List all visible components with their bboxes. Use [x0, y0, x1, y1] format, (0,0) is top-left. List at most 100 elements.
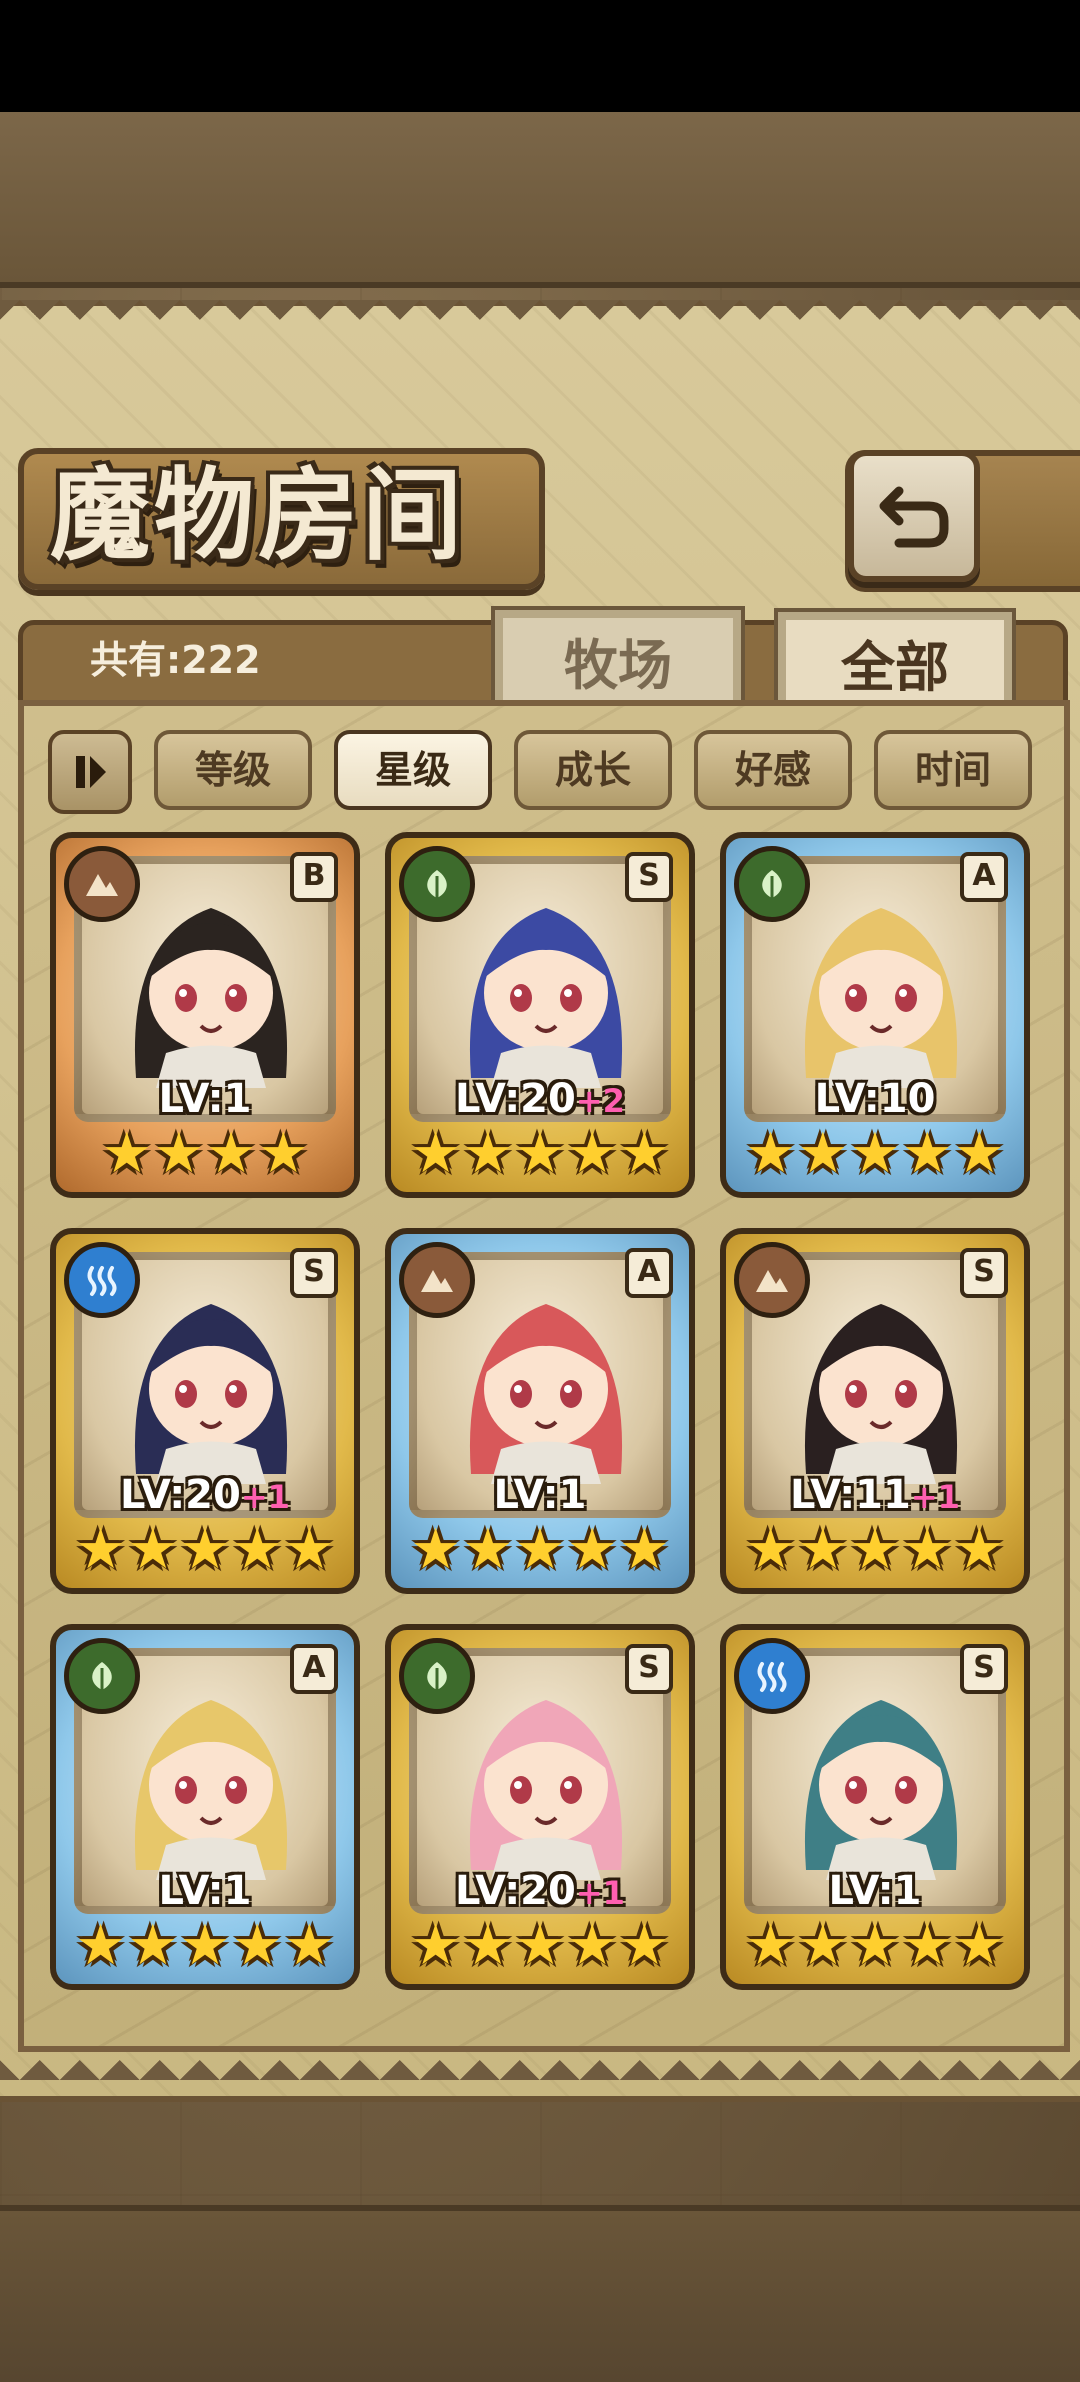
star-icon: ★ — [902, 1517, 953, 1582]
star-icon: ★ — [797, 1517, 848, 1582]
monster-level: LV:20+1 — [56, 1472, 354, 1518]
star-icon: ★ — [75, 1913, 126, 1978]
star-icon: ★ — [902, 1121, 953, 1186]
monster-portrait — [451, 878, 641, 1088]
rank-badge: S — [960, 1644, 1008, 1694]
page-title: 魔物房间 — [50, 456, 466, 574]
sort-time-button[interactable]: 时间 — [874, 730, 1032, 810]
star-icon: ★ — [619, 1913, 670, 1978]
star-rating: ★ ★ ★ ★ ★ — [726, 1520, 1024, 1580]
star-rating: ★ ★ ★ ★ ★ — [56, 1916, 354, 1976]
rank-badge: B — [290, 852, 338, 902]
pause-button[interactable] — [48, 730, 132, 814]
monster-card[interactable]: A LV:10 ★ ★ ★ ★ ★ — [720, 832, 1030, 1198]
panel-zigzag-bottom — [0, 2060, 1080, 2100]
water-element-icon — [64, 1242, 140, 1318]
monster-portrait — [786, 1670, 976, 1880]
rank-badge: A — [960, 852, 1008, 902]
rank-badge: S — [960, 1248, 1008, 1298]
sort-level-button[interactable]: 等级 — [154, 730, 312, 810]
star-icon: ★ — [567, 1121, 618, 1186]
level-text: LV:20 — [455, 1076, 576, 1122]
return-arrow-icon — [879, 486, 949, 548]
star-rating: ★ ★ ★ ★ — [56, 1124, 354, 1184]
water-element-icon — [734, 1638, 810, 1714]
back-button[interactable] — [848, 450, 980, 582]
star-rating: ★ ★ ★ ★ ★ — [391, 1916, 689, 1976]
star-icon: ★ — [745, 1913, 796, 1978]
monster-portrait — [786, 1274, 976, 1484]
star-icon: ★ — [127, 1517, 178, 1582]
level-text: LV:1 — [828, 1868, 922, 1914]
star-icon: ★ — [284, 1517, 335, 1582]
star-icon: ★ — [232, 1517, 283, 1582]
level-bonus: +1 — [910, 1478, 960, 1516]
monster-card[interactable]: A LV:1 ★ ★ ★ ★ ★ — [50, 1624, 360, 1990]
sort-growth-button[interactable]: 成长 — [514, 730, 672, 810]
monster-level: LV:1 — [56, 1868, 354, 1914]
star-icon: ★ — [849, 1121, 901, 1186]
level-text: LV:1 — [493, 1472, 587, 1518]
star-icon: ★ — [619, 1121, 670, 1186]
star-icon: ★ — [462, 1913, 513, 1978]
monster-level: LV:1 — [391, 1472, 689, 1518]
rank-badge: S — [290, 1248, 338, 1298]
monster-card[interactable]: S LV:11+1 ★ ★ ★ ★ ★ — [720, 1228, 1030, 1594]
monster-level: LV:20+1 — [391, 1868, 689, 1914]
sort-affection-button[interactable]: 好感 — [694, 730, 852, 810]
star-icon: ★ — [206, 1121, 257, 1186]
star-icon: ★ — [797, 1913, 848, 1978]
star-icon: ★ — [410, 1121, 461, 1186]
monster-card[interactable]: S LV:20+1 ★ ★ ★ ★ ★ — [50, 1228, 360, 1594]
sort-bar: 等级 星级 成长 好感 时间 — [48, 730, 1032, 814]
star-icon: ★ — [745, 1517, 796, 1582]
monster-portrait — [786, 878, 976, 1088]
star-icon: ★ — [954, 1517, 1005, 1582]
panel-zigzag-top — [0, 300, 1080, 340]
monster-level: LV:20+2 — [391, 1076, 689, 1122]
star-icon: ★ — [462, 1517, 513, 1582]
monster-card[interactable]: B LV:1 ★ ★ ★ ★ — [50, 832, 360, 1198]
status-bar — [0, 0, 1080, 112]
star-icon: ★ — [232, 1913, 283, 1978]
monster-card[interactable]: S LV:20+1 ★ ★ ★ ★ ★ — [385, 1624, 695, 1990]
earth-element-icon — [64, 846, 140, 922]
star-icon: ★ — [514, 1913, 566, 1978]
monster-level: LV:10 — [726, 1076, 1024, 1122]
star-icon: ★ — [954, 1913, 1005, 1978]
star-icon: ★ — [153, 1121, 204, 1186]
rank-badge: A — [625, 1248, 673, 1298]
monster-portrait — [116, 1670, 306, 1880]
top-map-strip — [0, 112, 1080, 288]
star-icon: ★ — [849, 1913, 901, 1978]
earth-element-icon — [734, 1242, 810, 1318]
star-icon: ★ — [258, 1121, 309, 1186]
monster-card[interactable]: A LV:1 ★ ★ ★ ★ ★ — [385, 1228, 695, 1594]
level-text: LV:11 — [790, 1472, 911, 1518]
monster-count: 共有:222 — [90, 638, 261, 682]
leaf-element-icon — [64, 1638, 140, 1714]
leaf-element-icon — [399, 846, 475, 922]
star-rating: ★ ★ ★ ★ ★ — [56, 1520, 354, 1580]
level-text: LV:20 — [455, 1868, 576, 1914]
monster-portrait — [116, 878, 306, 1088]
star-icon: ★ — [179, 1517, 231, 1582]
star-icon: ★ — [127, 1913, 178, 1978]
rank-badge: A — [290, 1644, 338, 1694]
monster-portrait — [116, 1274, 306, 1484]
monster-portrait — [451, 1274, 641, 1484]
pause-icon — [76, 756, 106, 788]
star-icon: ★ — [745, 1121, 796, 1186]
sort-star-button[interactable]: 星级 — [334, 730, 492, 810]
star-icon: ★ — [410, 1913, 461, 1978]
monster-card[interactable]: S LV:20+2 ★ ★ ★ ★ ★ — [385, 832, 695, 1198]
star-icon: ★ — [619, 1517, 670, 1582]
leaf-element-icon — [734, 846, 810, 922]
earth-element-icon — [399, 1242, 475, 1318]
monster-card[interactable]: S LV:1 ★ ★ ★ ★ ★ — [720, 1624, 1030, 1990]
star-icon: ★ — [797, 1121, 848, 1186]
level-bonus: +2 — [575, 1082, 625, 1120]
star-icon: ★ — [514, 1121, 566, 1186]
star-rating: ★ ★ ★ ★ ★ — [726, 1124, 1024, 1184]
level-text: LV:1 — [158, 1868, 252, 1914]
